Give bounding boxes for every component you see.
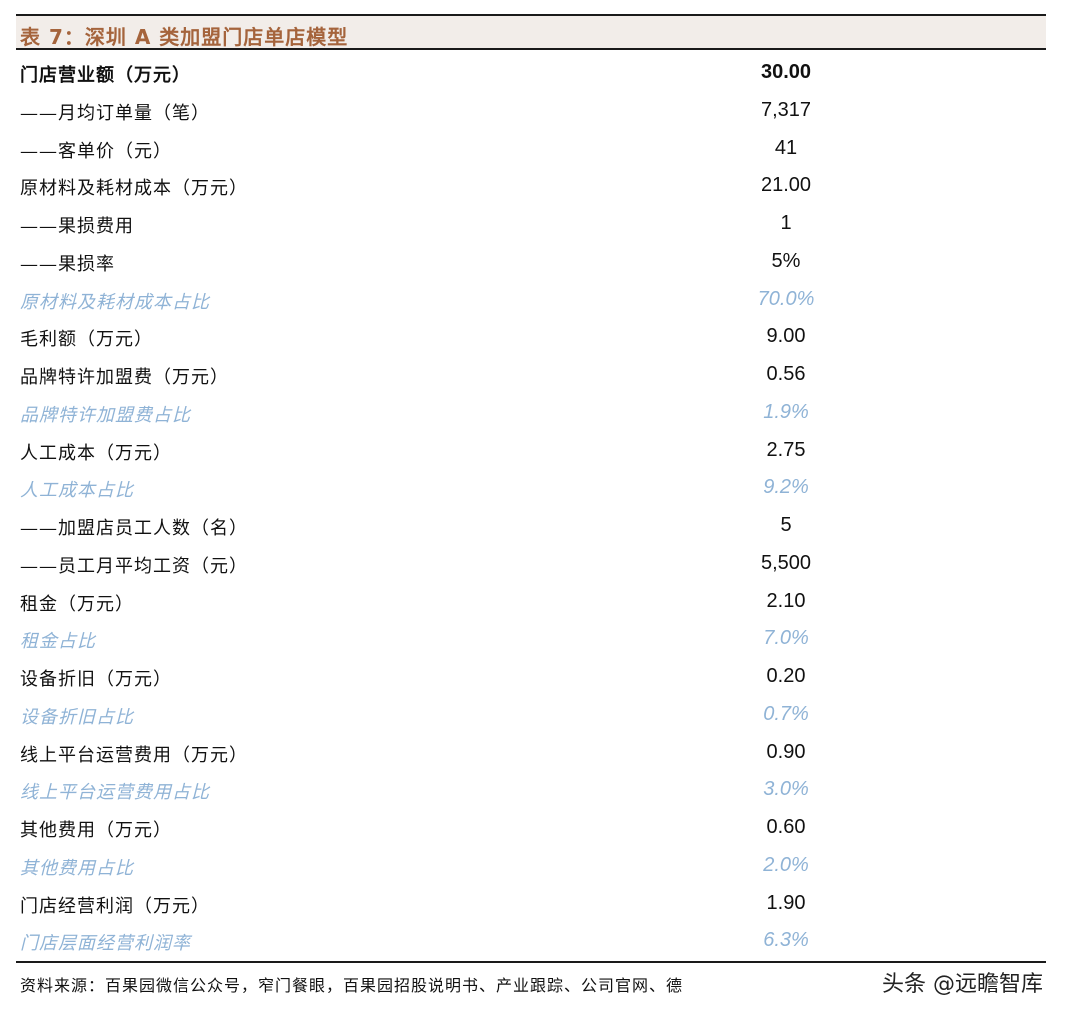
table-row: ——客单价（元） 41 — [16, 130, 1046, 168]
row-value: 0.7% — [763, 702, 809, 725]
row-label: 门店营业额（万元） — [20, 65, 191, 86]
row-label: 线上平台运营费用占比 — [20, 782, 210, 804]
table-row: 原材料及耗材成本占比 70.0% — [16, 281, 1046, 319]
row-label: 其他费用（万元） — [20, 820, 172, 841]
row-value: 0.60 — [766, 816, 806, 838]
table-row: 线上平台运营费用（万元） 0.90 — [16, 734, 1046, 772]
table-row: 租金（万元） 2.10 — [16, 583, 1046, 621]
row-label: 门店层面经营利润率 — [20, 933, 191, 955]
row-value: 6.3% — [763, 929, 809, 952]
source-note: 资料来源：百果园微信公众号，窄门餐眼，百果园招股说明书、产业跟踪、公司官网、德 — [20, 976, 684, 995]
table-row: ——员工月平均工资（元） 5,500 — [16, 545, 1046, 583]
table-row: 人工成本占比 9.2% — [16, 469, 1046, 507]
row-value: 2.0% — [763, 853, 809, 876]
table-title-bar: 表 7：深圳 A 类加盟门店单店模型 — [16, 14, 1046, 50]
row-value: 3.0% — [763, 778, 809, 801]
row-label: ——客单价（元） — [20, 140, 172, 162]
table-row: ——月均订单量（笔） 7,317 — [16, 92, 1046, 130]
table-row: 设备折旧（万元） 0.20 — [16, 658, 1046, 696]
row-value: 5,500 — [760, 551, 812, 574]
row-value: 5% — [771, 249, 801, 272]
row-label: 其他费用占比 — [20, 857, 134, 879]
row-label: 门店经营利润（万元） — [20, 895, 210, 917]
row-label: 线上平台运营费用（万元） — [20, 744, 248, 766]
bottom-rule — [16, 961, 1046, 963]
row-label: 原材料及耗材成本（万元） — [20, 178, 248, 200]
row-value: 0.20 — [766, 665, 806, 687]
row-label: 设备折旧占比 — [20, 706, 134, 728]
row-value: 30.00 — [760, 61, 812, 83]
row-value: 2.75 — [766, 438, 806, 461]
table-row: 租金占比 7.0% — [16, 620, 1046, 658]
row-value: 0.90 — [766, 740, 806, 763]
row-value: 5 — [780, 514, 792, 536]
table-row: 品牌特许加盟费（万元） 0.56 — [16, 356, 1046, 394]
row-value: 21.00 — [760, 174, 812, 197]
table-row: 人工成本（万元） 2.75 — [16, 432, 1046, 470]
row-value: 1.9% — [763, 400, 809, 423]
table-row: 毛利额（万元） 9.00 — [16, 318, 1046, 356]
row-label: ——员工月平均工资（元） — [20, 555, 248, 577]
row-label: ——果损率 — [20, 253, 115, 275]
table-row: 设备折旧占比 0.7% — [16, 696, 1046, 734]
row-label: 人工成本占比 — [20, 480, 134, 502]
table-row: 门店层面经营利润率 6.3% — [16, 922, 1046, 960]
row-label: 设备折旧（万元） — [20, 669, 172, 690]
row-value: 70.0% — [757, 287, 815, 310]
table-row: 其他费用（万元） 0.60 — [16, 809, 1046, 847]
table-row: 线上平台运营费用占比 3.0% — [16, 771, 1046, 809]
table-row: 品牌特许加盟费占比 1.9% — [16, 394, 1046, 432]
row-value: 7.0% — [763, 627, 809, 650]
row-label: 人工成本（万元） — [20, 442, 172, 464]
table-row: 其他费用占比 2.0% — [16, 847, 1046, 885]
row-value: 2.10 — [766, 589, 806, 612]
table-row: 门店营业额（万元） 30.00 — [16, 54, 1046, 92]
row-value: 1.90 — [766, 891, 806, 914]
row-label: 租金占比 — [20, 631, 96, 653]
table-row: 原材料及耗材成本（万元） 21.00 — [16, 167, 1046, 205]
row-value: 1 — [780, 212, 792, 234]
row-value: 9.2% — [763, 476, 809, 499]
row-label: 品牌特许加盟费（万元） — [20, 367, 229, 388]
watermark: 头条 @远瞻智库 — [882, 972, 1043, 997]
row-value: 0.56 — [766, 363, 806, 385]
store-model-table: 门店营业额（万元） 30.00 ——月均订单量（笔） 7,317 ——客单价（元） 41 原… — [16, 54, 1046, 960]
row-label: ——加盟店员工人数（名） — [20, 518, 248, 539]
table-row: ——果损率 5% — [16, 243, 1046, 281]
table-title: 表 7：深圳 A 类加盟门店单店模型 — [20, 25, 349, 49]
row-label: 品牌特许加盟费占比 — [20, 404, 191, 426]
table-row: ——果损费用 1 — [16, 205, 1046, 243]
table-row: ——加盟店员工人数（名） 5 — [16, 507, 1046, 545]
row-label: 毛利额（万元） — [20, 329, 153, 351]
row-value: 7,317 — [760, 98, 812, 121]
row-label: ——果损费用 — [20, 216, 134, 237]
table-row: 门店经营利润（万元） 1.90 — [16, 885, 1046, 923]
row-value: 41 — [774, 136, 798, 159]
row-label: 原材料及耗材成本占比 — [20, 291, 210, 313]
row-value: 9.00 — [766, 325, 806, 348]
row-label: ——月均订单量（笔） — [20, 102, 210, 124]
row-label: 租金（万元） — [20, 593, 134, 615]
